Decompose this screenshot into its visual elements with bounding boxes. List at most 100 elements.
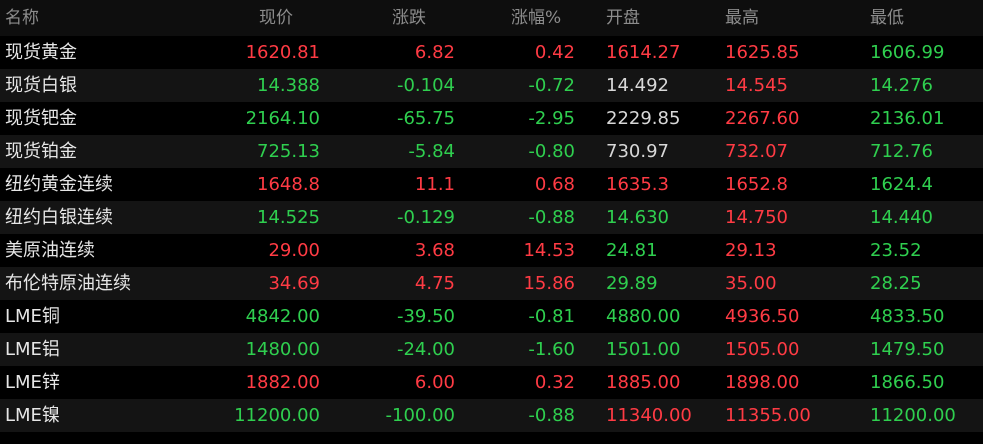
cell-change-percent: -0.88 [528, 207, 575, 228]
cell-high: 4936.50 [725, 306, 800, 327]
cell-low: 1479.50 [870, 339, 945, 360]
table-row[interactable]: 纽约黄金连续 1648.8 11.1 0.68 1635.3 1652.8 1624.4 [0, 168, 983, 201]
cell-low: 14.276 [870, 75, 933, 96]
header-change[interactable]: 涨跌 [320, 0, 455, 36]
cell-low: 712.76 [870, 141, 933, 162]
cell-high: 1898.00 [725, 372, 800, 393]
cell-open: 14.630 [606, 207, 669, 228]
cell-price: 725.13 [257, 141, 320, 162]
header-price[interactable]: 现价 [215, 0, 320, 36]
table-row[interactable]: LME铜 4842.00 -39.50 -0.81 4880.00 4936.50 4833… [0, 300, 983, 333]
cell-high: 29.13 [725, 240, 777, 261]
cell-high: 732.07 [725, 141, 788, 162]
table-row[interactable]: LME铝 1480.00 -24.00 -1.60 1501.00 1505.00 1479… [0, 333, 983, 366]
table-row[interactable]: LME锌 1882.00 6.00 0.32 1885.00 1898.00 1866.50 [0, 366, 983, 399]
cell-high: 1652.8 [725, 174, 788, 195]
cell-change-percent: -0.80 [528, 141, 575, 162]
cell-name: LME锌 [5, 372, 60, 393]
table-header: 名称 现价 涨跌 涨幅% 开盘 最高 最低 [0, 0, 983, 36]
table-row[interactable]: 纽约白银连续 14.525 -0.129 -0.88 14.630 14.750 14.44… [0, 201, 983, 234]
cell-price: 1648.8 [257, 174, 320, 195]
cell-change-percent: 14.53 [523, 240, 575, 261]
cell-open: 1635.3 [606, 174, 669, 195]
cell-change: -100.00 [385, 405, 455, 426]
cell-low: 1624.4 [870, 174, 933, 195]
cell-change: -65.75 [396, 108, 455, 129]
cell-change: -5.84 [408, 141, 455, 162]
header-name[interactable]: 名称 [0, 0, 215, 36]
cell-name: 纽约白银连续 [5, 207, 113, 228]
cell-open: 1614.27 [606, 42, 681, 63]
cell-open: 14.492 [606, 75, 669, 96]
cell-low: 28.25 [870, 273, 922, 294]
cell-change: -0.129 [396, 207, 455, 228]
table-row[interactable]: LME镍 11200.00 -100.00 -0.88 11340.00 11355.00… [0, 399, 983, 432]
cell-price: 14.525 [257, 207, 320, 228]
cell-price: 14.388 [257, 75, 320, 96]
table-row[interactable]: 现货白银 14.388 -0.104 -0.72 14.492 14.545 14.276 [0, 69, 983, 102]
cell-open: 29.89 [606, 273, 658, 294]
cell-change: -39.50 [396, 306, 455, 327]
cell-low: 23.52 [870, 240, 922, 261]
cell-name: LME铝 [5, 339, 60, 360]
cell-name: 布伦特原油连续 [5, 273, 131, 294]
table-row[interactable]: 现货铂金 725.13 -5.84 -0.80 730.97 732.07 712.76 [0, 135, 983, 168]
cell-high: 1625.85 [725, 42, 800, 63]
cell-open: 4880.00 [606, 306, 681, 327]
cell-price: 1480.00 [245, 339, 320, 360]
cell-price: 1620.81 [245, 42, 320, 63]
cell-change-percent: 0.42 [534, 42, 575, 63]
cell-change-percent: -0.88 [528, 405, 575, 426]
cell-price: 34.69 [268, 273, 320, 294]
cell-high: 11355.00 [725, 405, 811, 426]
table-row[interactable]: 布伦特原油连续 34.69 4.75 15.86 29.89 35.00 28.25 [0, 267, 983, 300]
cell-price: 29.00 [268, 240, 320, 261]
header-change-percent[interactable]: 涨幅% [455, 0, 575, 36]
cell-change: 11.1 [414, 174, 455, 195]
cell-change: -0.104 [396, 75, 455, 96]
header-low[interactable]: 最低 [870, 0, 983, 36]
cell-change: 4.75 [414, 273, 455, 294]
cell-change-percent: -0.72 [528, 75, 575, 96]
cell-open: 2229.85 [606, 108, 681, 129]
cell-change: 3.68 [414, 240, 455, 261]
cell-name: 纽约黄金连续 [5, 174, 113, 195]
cell-name: LME镍 [5, 405, 60, 426]
cell-open: 24.81 [606, 240, 658, 261]
cell-name: 现货铂金 [5, 141, 77, 162]
cell-open: 1501.00 [606, 339, 681, 360]
cell-name: 美原油连续 [5, 240, 95, 261]
cell-change: -24.00 [396, 339, 455, 360]
cell-name: 现货钯金 [5, 108, 77, 129]
cell-open: 11340.00 [606, 405, 692, 426]
table-row[interactable]: 美原油连续 29.00 3.68 14.53 24.81 29.13 23.52 [0, 234, 983, 267]
cell-low: 2136.01 [870, 108, 945, 129]
cell-low: 1866.50 [870, 372, 945, 393]
cell-change-percent: -2.95 [528, 108, 575, 129]
cell-price: 2164.10 [245, 108, 320, 129]
header-high[interactable]: 最高 [725, 0, 870, 36]
table-row[interactable]: 现货黄金 1620.81 6.82 0.42 1614.27 1625.85 1606.99 [0, 36, 983, 69]
header-open[interactable]: 开盘 [575, 0, 725, 36]
cell-change-percent: 0.32 [534, 372, 575, 393]
table-row[interactable]: 现货钯金 2164.10 -65.75 -2.95 2229.85 2267.60 2136… [0, 102, 983, 135]
cell-price: 11200.00 [234, 405, 320, 426]
cell-name: 现货白银 [5, 75, 77, 96]
quote-table: 名称 现价 涨跌 涨幅% 开盘 最高 最低 现货黄金 1620.81 6.82 0.4… [0, 0, 983, 444]
cell-high: 2267.60 [725, 108, 800, 129]
cell-open: 730.97 [606, 141, 669, 162]
cell-name: 现货黄金 [5, 42, 77, 63]
cell-low: 4833.50 [870, 306, 945, 327]
cell-change: 6.00 [414, 372, 455, 393]
cell-name: LME铜 [5, 306, 60, 327]
cell-change-percent: -1.60 [528, 339, 575, 360]
cell-high: 14.545 [725, 75, 788, 96]
cell-change: 6.82 [414, 42, 455, 63]
cell-change-percent: 15.86 [523, 273, 575, 294]
cell-low: 14.440 [870, 207, 933, 228]
cell-high: 1505.00 [725, 339, 800, 360]
cell-price: 4842.00 [245, 306, 320, 327]
table-body: 现货黄金 1620.81 6.82 0.42 1614.27 1625.85 1606.99… [0, 36, 983, 432]
cell-price: 1882.00 [245, 372, 320, 393]
cell-low: 1606.99 [870, 42, 945, 63]
